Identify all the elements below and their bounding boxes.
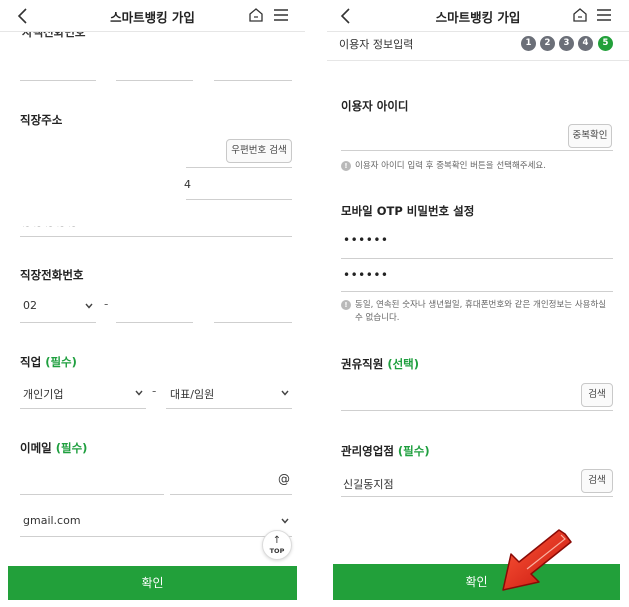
postal-code-field[interactable]	[186, 167, 292, 168]
email-label: 이메일 (필수)	[20, 441, 88, 455]
area-code-select[interactable]: 02	[23, 299, 37, 312]
branch-line	[341, 496, 613, 497]
header: 스마트뱅킹 가입	[0, 0, 305, 32]
home-phone-field-3[interactable]	[214, 80, 292, 81]
dash-separator: -	[152, 384, 157, 398]
chevron-down-icon	[85, 303, 93, 309]
postal-search-button[interactable]: 우편번호 검색	[226, 139, 292, 163]
chevron-down-icon	[281, 390, 289, 396]
job-type-select[interactable]: 개인기업	[23, 386, 63, 402]
branch-input[interactable]: 신길동지점	[343, 476, 394, 492]
info-icon: !	[341, 300, 351, 310]
user-id-help: 이용자 아이디 입력 후 중복확인 버튼을 선택해주세요.	[355, 161, 546, 171]
step-indicator-3: 3	[559, 36, 574, 51]
job-label: 직업 (필수)	[20, 355, 77, 369]
left-screen: 스마트뱅킹 가입 자택전화번호 직장주소 우편번호 검색 4 ~ ~ ~ ~ ~…	[0, 0, 305, 607]
optional-mark: (선택)	[387, 357, 420, 371]
job-position-line	[166, 408, 292, 409]
branch-search-button[interactable]: 검색	[581, 469, 613, 493]
email-id-field[interactable]	[20, 494, 164, 495]
work-address-label: 직장주소	[20, 113, 63, 127]
header: 스마트뱅킹 가입	[327, 0, 629, 32]
back-arrow-icon[interactable]	[14, 6, 32, 26]
home-icon[interactable]	[570, 5, 590, 25]
duplicate-check-button[interactable]: 중복확인	[568, 124, 612, 148]
email-domain-select[interactable]: gmail.com	[23, 514, 81, 527]
work-phone-field-2[interactable]	[116, 322, 193, 323]
step-indicator-5: 5	[598, 36, 613, 51]
solicitor-search-button[interactable]: 검색	[581, 383, 613, 407]
dash-separator: -	[104, 297, 109, 311]
step-indicator-2: 2	[540, 36, 555, 51]
section-divider	[327, 60, 629, 61]
address-line	[186, 199, 292, 200]
required-mark: (필수)	[397, 444, 430, 458]
menu-icon[interactable]	[595, 6, 613, 24]
email-domain-input[interactable]	[170, 494, 292, 495]
job-position-select[interactable]: 대표/임원	[170, 386, 214, 402]
confirm-button[interactable]: 확인	[8, 566, 297, 600]
chevron-down-icon	[135, 390, 143, 396]
address-detail-text: ~ ~ ~ ~ ~	[22, 221, 77, 232]
address-detail-field[interactable]	[20, 236, 292, 237]
required-mark: (필수)	[55, 441, 88, 455]
info-icon: !	[341, 161, 351, 171]
right-screen: 스마트뱅킹 가입 이용자 정보입력 1 2 3 4 5 이용자 아이디 중복확인…	[327, 0, 629, 607]
work-phone-label: 직장전화번호	[20, 268, 84, 282]
solicitor-input[interactable]	[341, 410, 613, 411]
otp-confirm-input[interactable]: ••••••	[343, 268, 388, 282]
step-indicator-4: 4	[578, 36, 593, 51]
user-id-input[interactable]	[341, 150, 613, 151]
top-label: TOP	[269, 547, 285, 555]
at-symbol: @	[278, 472, 290, 486]
user-id-label: 이용자 아이디	[341, 99, 409, 113]
menu-icon[interactable]	[272, 6, 290, 24]
home-phone-field-2[interactable]	[116, 80, 193, 81]
work-phone-field-3[interactable]	[214, 322, 292, 323]
branch-label: 관리영업점 (필수)	[341, 444, 430, 458]
otp-label: 모바일 OTP 비밀번호 설정	[341, 204, 475, 218]
chevron-down-icon	[281, 518, 289, 524]
red-arrow-annotation	[502, 529, 572, 591]
section-title: 이용자 정보입력	[339, 38, 414, 51]
home-icon[interactable]	[246, 5, 266, 25]
job-type-line	[20, 408, 146, 409]
solicitor-label: 권유직원 (선택)	[341, 357, 420, 371]
otp-password-input[interactable]: ••••••	[343, 233, 388, 247]
address-field[interactable]: 4	[184, 178, 191, 191]
screen-divider	[305, 0, 327, 607]
back-arrow-icon[interactable]	[337, 6, 355, 26]
step-indicator-1: 1	[521, 36, 536, 51]
otp-help: 동일, 연속된 숫자나 생년월일, 휴대폰번호와 같은 개인정보는 사용하실 수…	[355, 300, 607, 323]
area-code-line	[20, 322, 96, 323]
otp-confirm-line	[341, 291, 613, 292]
otp-password-line	[341, 258, 613, 259]
scroll-top-button[interactable]: ↑ TOP	[262, 530, 292, 560]
required-mark: (필수)	[45, 355, 77, 369]
home-phone-field-1[interactable]	[20, 80, 96, 81]
confirm-button[interactable]: 확인	[333, 564, 620, 600]
email-domain-line	[20, 536, 292, 537]
arrow-up-icon: ↑	[272, 535, 282, 546]
